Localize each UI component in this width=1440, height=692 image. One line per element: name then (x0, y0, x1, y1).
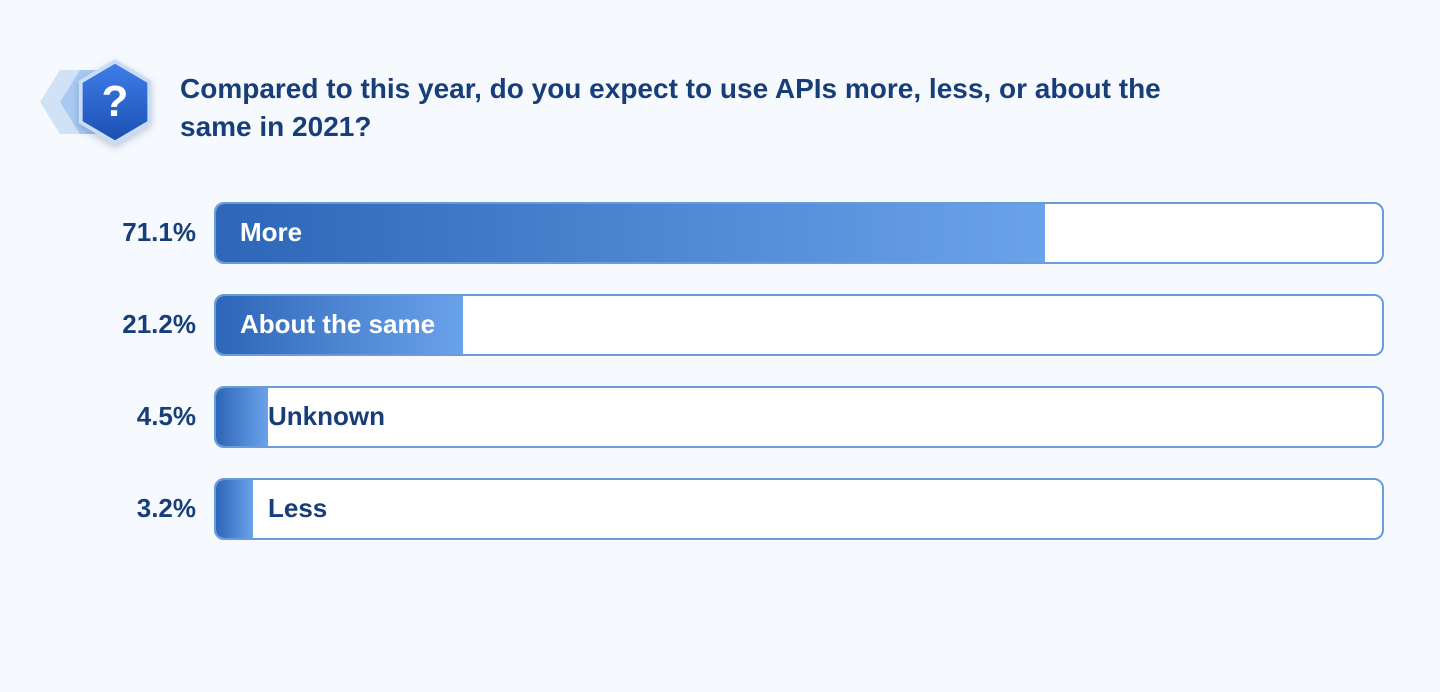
bar-chart: 71.1% More 21.2% About the same 4.5% Unknown 3… (40, 202, 1384, 540)
bar-track: Less (214, 478, 1384, 540)
question-title: Compared to this year, do you expect to … (180, 62, 1220, 146)
question-mark-icon: ? (76, 58, 154, 146)
bar-row: 21.2% About the same (74, 294, 1384, 356)
bar-percentage: 3.2% (74, 493, 214, 524)
bar-category-label: Unknown (268, 388, 385, 446)
bar-percentage: 71.1% (74, 217, 214, 248)
question-hex-icon: ? (38, 62, 148, 142)
bar-percentage: 4.5% (74, 401, 214, 432)
bar-track: About the same (214, 294, 1384, 356)
bar-fill (216, 204, 1045, 262)
bar-category-label: Less (268, 480, 327, 538)
bar-track: More (214, 202, 1384, 264)
question-chart-panel: ? Compared to this year, do you expect t… (0, 0, 1440, 692)
header: ? Compared to this year, do you expect t… (40, 62, 1384, 146)
bar-category-label: More (240, 204, 302, 262)
bar-row: 71.1% More (74, 202, 1384, 264)
bar-category-label: About the same (240, 296, 435, 354)
bar-track: Unknown (214, 386, 1384, 448)
bar-fill (216, 388, 268, 446)
bar-row: 3.2% Less (74, 478, 1384, 540)
bar-percentage: 21.2% (74, 309, 214, 340)
bar-fill (216, 480, 253, 538)
bar-row: 4.5% Unknown (74, 386, 1384, 448)
